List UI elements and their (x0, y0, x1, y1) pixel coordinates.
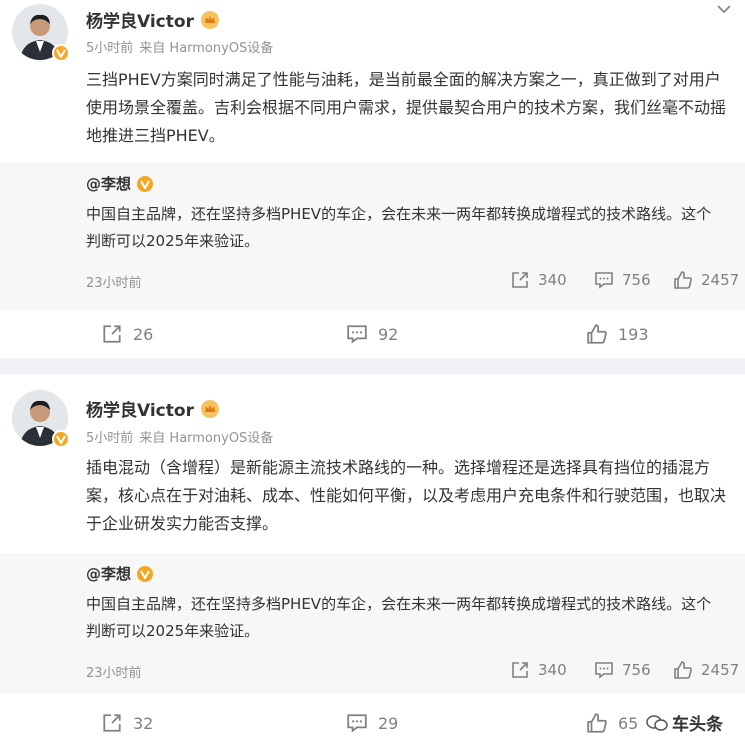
repost-text: 中国自主品牌，还在坚持多档PHEV的车企，会在未来一两年都转换成增程式的技术路线… (86, 595, 712, 640)
post-card: 杨学良Victor 5小时前 来自 HarmonyOS设备 三挡PHEV方案同时满… (0, 0, 745, 358)
comment-icon (347, 714, 367, 733)
comment-count: 92 (378, 324, 399, 344)
post-meta: 5小时前 来自 HarmonyOS设备 (86, 427, 279, 446)
comment-icon (347, 325, 367, 344)
avatar[interactable] (12, 390, 70, 448)
thumbs-up-icon (587, 713, 607, 733)
post-source: 来自 HarmonyOS设备 (139, 41, 274, 56)
repost-time[interactable]: 23小时前 (86, 272, 142, 291)
comment-button[interactable]: 92 (346, 323, 398, 345)
repost-author[interactable]: @李想 (86, 563, 154, 584)
verified-badge-icon (137, 565, 154, 582)
post-time[interactable]: 5小时前 (86, 41, 133, 56)
crown-icon (200, 10, 219, 29)
share-button[interactable]: 32 (101, 712, 153, 734)
post-text: 三挡PHEV方案同时满足了性能与油耗，是当前最全面的解决方案之一，真正做到了对用… (86, 70, 727, 145)
post-text: 插电混动（含增程）是新能源主流技术路线的一种。选择增程还是选择具有挡位的插混方案… (86, 458, 727, 533)
share-icon (103, 325, 121, 343)
verified-badge-icon (52, 430, 70, 448)
like-count: 193 (618, 324, 649, 344)
more-options-icon[interactable] (715, 0, 733, 19)
post-meta: 5小时前 来自 HarmonyOS设备 (86, 37, 279, 56)
thumbs-up-icon (587, 324, 607, 344)
thumbs-up-icon (674, 661, 692, 679)
repost-comment-button[interactable]: 756 (594, 660, 651, 680)
crown-icon (200, 399, 219, 418)
wechat-icon (646, 714, 668, 731)
post-source: 来自 HarmonyOS设备 (139, 431, 274, 446)
author-name[interactable]: 杨学良Victor (86, 396, 220, 421)
comment-button[interactable]: 29 (346, 712, 398, 734)
share-count: 26 (133, 324, 154, 344)
comment-icon (595, 272, 613, 289)
repost-share-button[interactable]: 340 (510, 270, 567, 290)
repost-like-button[interactable]: 2457 (673, 660, 739, 680)
comment-icon (595, 662, 613, 679)
post-time[interactable]: 5小时前 (86, 431, 133, 446)
repost-time[interactable]: 23小时前 (86, 662, 142, 681)
repost-share-count: 340 (538, 271, 567, 289)
thumbs-up-icon (674, 271, 692, 289)
repost-comment-count: 756 (622, 271, 651, 289)
repost-comment-count: 756 (622, 661, 651, 679)
repost-author[interactable]: @李想 (86, 173, 154, 194)
repost-comment-button[interactable]: 756 (594, 270, 651, 290)
share-icon (103, 714, 121, 732)
repost-like-count: 2457 (701, 271, 740, 289)
author-name-text[interactable]: 杨学良Victor (86, 396, 194, 421)
post-card: 杨学良Victor 5小时前 来自 HarmonyOS设备 插电混动（含增程）是新… (0, 374, 745, 751)
share-icon (512, 662, 528, 678)
author-name-text[interactable]: 杨学良Victor (86, 7, 194, 32)
repost-block[interactable]: @李想 中国自主品牌，还在坚持多档PHEV的车企，会在未来一两年都转换成增程式的… (0, 163, 745, 310)
verified-badge-icon (52, 44, 70, 62)
author-name[interactable]: 杨学良Victor (86, 7, 220, 32)
like-button[interactable]: 193 (586, 323, 649, 345)
repost-author-text[interactable]: @李想 (86, 173, 131, 194)
watermark-text: 车头条 (672, 715, 723, 735)
repost-share-count: 340 (538, 661, 567, 679)
avatar[interactable] (12, 4, 70, 62)
repost-text: 中国自主品牌，还在坚持多档PHEV的车企，会在未来一两年都转换成增程式的技术路线… (86, 205, 712, 250)
share-button[interactable]: 26 (101, 323, 153, 345)
like-button[interactable]: 65 (586, 712, 638, 734)
verified-badge-icon (137, 175, 154, 192)
watermark: 车头条 (640, 708, 729, 737)
share-icon (512, 272, 528, 288)
repost-author-text[interactable]: @李想 (86, 563, 131, 584)
comment-count: 29 (378, 713, 399, 733)
repost-share-button[interactable]: 340 (510, 660, 567, 680)
repost-block[interactable]: @李想 中国自主品牌，还在坚持多档PHEV的车企，会在未来一两年都转换成增程式的… (0, 553, 745, 693)
repost-like-button[interactable]: 2457 (673, 270, 739, 290)
like-count: 65 (618, 713, 639, 733)
share-count: 32 (133, 713, 154, 733)
repost-like-count: 2457 (701, 661, 740, 679)
